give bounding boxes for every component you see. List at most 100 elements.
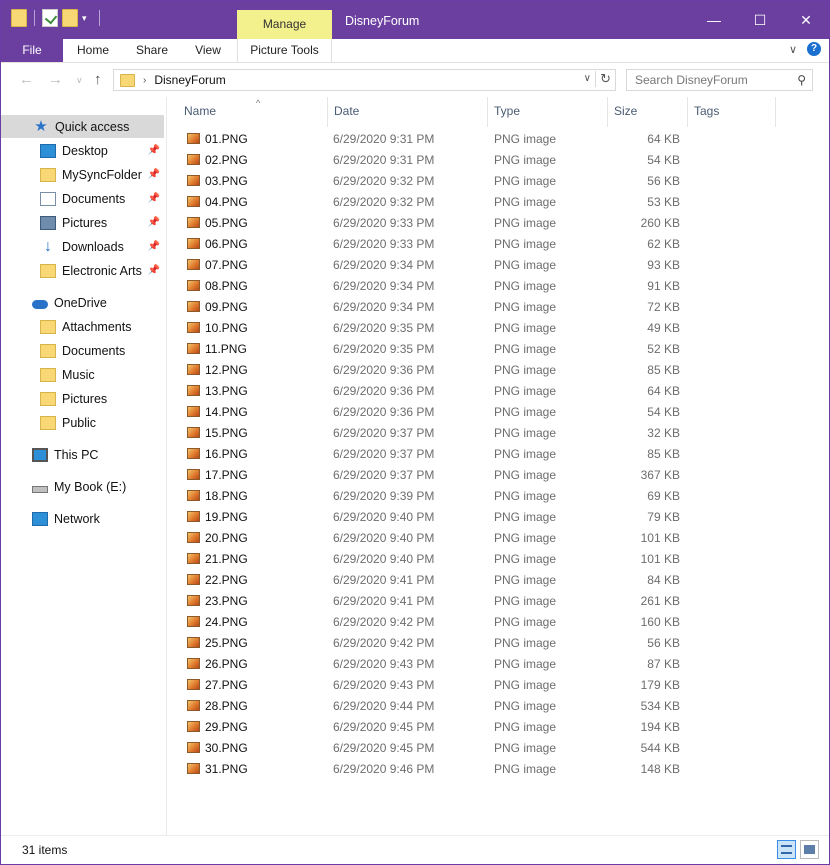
tab-file[interactable]: File xyxy=(1,39,63,62)
file-row[interactable]: 04.PNG 6/29/2020 9:32 PM PNG image 53 KB xyxy=(168,192,808,213)
file-row[interactable]: 07.PNG 6/29/2020 9:34 PM PNG image 93 KB xyxy=(168,255,808,276)
back-arrow-icon[interactable]: ← xyxy=(19,71,34,88)
file-type: PNG image xyxy=(494,195,557,209)
column-header-tags[interactable]: Tags xyxy=(688,97,776,127)
file-row[interactable]: 25.PNG 6/29/2020 9:42 PM PNG image 56 KB xyxy=(168,633,808,654)
file-row[interactable]: 27.PNG 6/29/2020 9:43 PM PNG image 179 KB xyxy=(168,675,808,696)
file-row[interactable]: 05.PNG 6/29/2020 9:33 PM PNG image 260 KB xyxy=(168,213,808,234)
file-row[interactable]: 15.PNG 6/29/2020 9:37 PM PNG image 32 KB xyxy=(168,423,808,444)
tab-view[interactable]: View xyxy=(182,39,234,62)
sidebar-item-electronic-arts[interactable]: Electronic Arts 📌 xyxy=(1,259,164,282)
address-dropdown-icon[interactable]: ∨ xyxy=(584,73,591,84)
file-row[interactable]: 18.PNG 6/29/2020 9:39 PM PNG image 69 KB xyxy=(168,486,808,507)
file-row[interactable]: 22.PNG 6/29/2020 9:41 PM PNG image 84 KB xyxy=(168,570,808,591)
file-date: 6/29/2020 9:41 PM xyxy=(333,573,435,587)
tab-manage[interactable]: Manage xyxy=(237,10,332,39)
file-type: PNG image xyxy=(494,153,557,167)
file-row[interactable]: 02.PNG 6/29/2020 9:31 PM PNG image 54 KB xyxy=(168,150,808,171)
file-date: 6/29/2020 9:37 PM xyxy=(333,426,435,440)
file-row[interactable]: 09.PNG 6/29/2020 9:34 PM PNG image 72 KB xyxy=(168,297,808,318)
documents-icon xyxy=(40,191,56,206)
file-name: 05.PNG xyxy=(205,216,248,230)
file-row[interactable]: 14.PNG 6/29/2020 9:36 PM PNG image 54 KB xyxy=(168,402,808,423)
file-type: PNG image xyxy=(494,321,557,335)
refresh-icon[interactable]: ↻ xyxy=(595,71,611,87)
file-row[interactable]: 13.PNG 6/29/2020 9:36 PM PNG image 64 KB xyxy=(168,381,808,402)
file-row[interactable]: 17.PNG 6/29/2020 9:37 PM PNG image 367 KB xyxy=(168,465,808,486)
file-row[interactable]: 08.PNG 6/29/2020 9:34 PM PNG image 91 KB xyxy=(168,276,808,297)
file-name: 25.PNG xyxy=(205,636,248,650)
file-row[interactable]: 01.PNG 6/29/2020 9:31 PM PNG image 64 KB xyxy=(168,129,808,150)
expand-ribbon-icon[interactable]: ∨ xyxy=(789,43,797,56)
column-header-type[interactable]: Type xyxy=(488,97,608,127)
breadcrumb-chevron-icon[interactable]: › xyxy=(143,75,146,86)
file-row[interactable]: 19.PNG 6/29/2020 9:40 PM PNG image 79 KB xyxy=(168,507,808,528)
file-row[interactable]: 21.PNG 6/29/2020 9:40 PM PNG image 101 KB xyxy=(168,549,808,570)
sidebar-item-onedrive-documents[interactable]: Documents xyxy=(1,339,164,362)
pin-icon[interactable]: 📌 xyxy=(148,169,160,180)
minimize-button[interactable]: — xyxy=(691,1,737,39)
search-icon[interactable]: ⚲ xyxy=(797,70,806,90)
file-row[interactable]: 29.PNG 6/29/2020 9:45 PM PNG image 194 KB xyxy=(168,717,808,738)
recent-locations-dropdown-icon[interactable]: ∨ xyxy=(76,75,83,86)
file-row[interactable]: 20.PNG 6/29/2020 9:40 PM PNG image 101 KB xyxy=(168,528,808,549)
sidebar-item-music[interactable]: Music xyxy=(1,363,164,386)
column-header-size[interactable]: Size xyxy=(608,97,688,127)
file-row[interactable]: 03.PNG 6/29/2020 9:32 PM PNG image 56 KB xyxy=(168,171,808,192)
pin-icon[interactable]: 📌 xyxy=(148,265,160,276)
search-input[interactable]: Search DisneyForum ⚲ xyxy=(626,69,813,91)
column-header-name[interactable]: Name ^ xyxy=(178,97,328,127)
tab-share[interactable]: Share xyxy=(126,39,178,62)
sidebar-item-pictures[interactable]: Pictures 📌 xyxy=(1,211,164,234)
customize-toolbar-dropdown-icon[interactable]: ▾ xyxy=(82,13,92,24)
file-row[interactable]: 31.PNG 6/29/2020 9:46 PM PNG image 148 KB xyxy=(168,759,808,780)
sidebar-item-desktop[interactable]: Desktop 📌 xyxy=(1,139,164,162)
sidebar-item-documents[interactable]: Documents 📌 xyxy=(1,187,164,210)
maximize-button[interactable]: ☐ xyxy=(737,1,783,39)
sidebar-item-mysyncfolder[interactable]: MySyncFolder 📌 xyxy=(1,163,164,186)
help-icon[interactable]: ? xyxy=(807,42,821,56)
close-button[interactable]: ✕ xyxy=(783,1,829,39)
file-row[interactable]: 26.PNG 6/29/2020 9:43 PM PNG image 87 KB xyxy=(168,654,808,675)
sidebar-item-onedrive-pictures[interactable]: Pictures xyxy=(1,387,164,410)
address-bar[interactable]: › DisneyForum ∨ ↻ xyxy=(113,69,616,91)
pin-icon[interactable]: 📌 xyxy=(148,217,160,228)
pin-icon[interactable]: 📌 xyxy=(148,241,160,252)
file-date: 6/29/2020 9:33 PM xyxy=(333,216,435,230)
file-row[interactable]: 23.PNG 6/29/2020 9:41 PM PNG image 261 KB xyxy=(168,591,808,612)
new-folder-icon[interactable] xyxy=(62,9,78,27)
file-row[interactable]: 12.PNG 6/29/2020 9:36 PM PNG image 85 KB xyxy=(168,360,808,381)
file-row[interactable]: 16.PNG 6/29/2020 9:37 PM PNG image 85 KB xyxy=(168,444,808,465)
file-date: 6/29/2020 9:42 PM xyxy=(333,636,435,650)
tab-home[interactable]: Home xyxy=(67,39,119,62)
breadcrumb[interactable]: DisneyForum xyxy=(154,73,225,87)
details-view-button[interactable] xyxy=(777,840,796,859)
file-row[interactable]: 10.PNG 6/29/2020 9:35 PM PNG image 49 KB xyxy=(168,318,808,339)
sidebar-item-public[interactable]: Public xyxy=(1,411,164,434)
tab-picture-tools[interactable]: Picture Tools xyxy=(237,39,332,62)
sidebar-item-attachments[interactable]: Attachments xyxy=(1,315,164,338)
pin-icon[interactable]: 📌 xyxy=(148,193,160,204)
file-row[interactable]: 24.PNG 6/29/2020 9:42 PM PNG image 160 KB xyxy=(168,612,808,633)
sidebar-item-quick-access[interactable]: ★ Quick access xyxy=(1,115,164,138)
png-file-icon xyxy=(187,532,200,543)
png-file-icon xyxy=(187,259,200,270)
sidebar-item-network[interactable]: Network xyxy=(1,507,164,530)
up-arrow-icon[interactable]: ↑ xyxy=(94,71,102,88)
file-row[interactable]: 11.PNG 6/29/2020 9:35 PM PNG image 52 KB xyxy=(168,339,808,360)
large-icons-view-button[interactable] xyxy=(800,840,819,859)
sidebar-item-my-book[interactable]: My Book (E:) xyxy=(1,475,164,498)
properties-icon[interactable] xyxy=(42,9,58,27)
file-row[interactable]: 30.PNG 6/29/2020 9:45 PM PNG image 544 KB xyxy=(168,738,808,759)
pin-icon[interactable]: 📌 xyxy=(148,145,160,156)
sidebar-item-downloads[interactable]: ↓ Downloads 📌 xyxy=(1,235,164,258)
sidebar-item-onedrive[interactable]: OneDrive xyxy=(1,291,164,314)
file-row[interactable]: 28.PNG 6/29/2020 9:44 PM PNG image 534 KB xyxy=(168,696,808,717)
file-date: 6/29/2020 9:36 PM xyxy=(333,384,435,398)
sidebar-item-this-pc[interactable]: This PC xyxy=(1,443,164,466)
file-date: 6/29/2020 9:34 PM xyxy=(333,279,435,293)
file-size: 53 KB xyxy=(647,195,680,209)
forward-arrow-icon[interactable]: → xyxy=(48,71,63,88)
column-header-date[interactable]: Date xyxy=(328,97,488,127)
file-row[interactable]: 06.PNG 6/29/2020 9:33 PM PNG image 62 KB xyxy=(168,234,808,255)
